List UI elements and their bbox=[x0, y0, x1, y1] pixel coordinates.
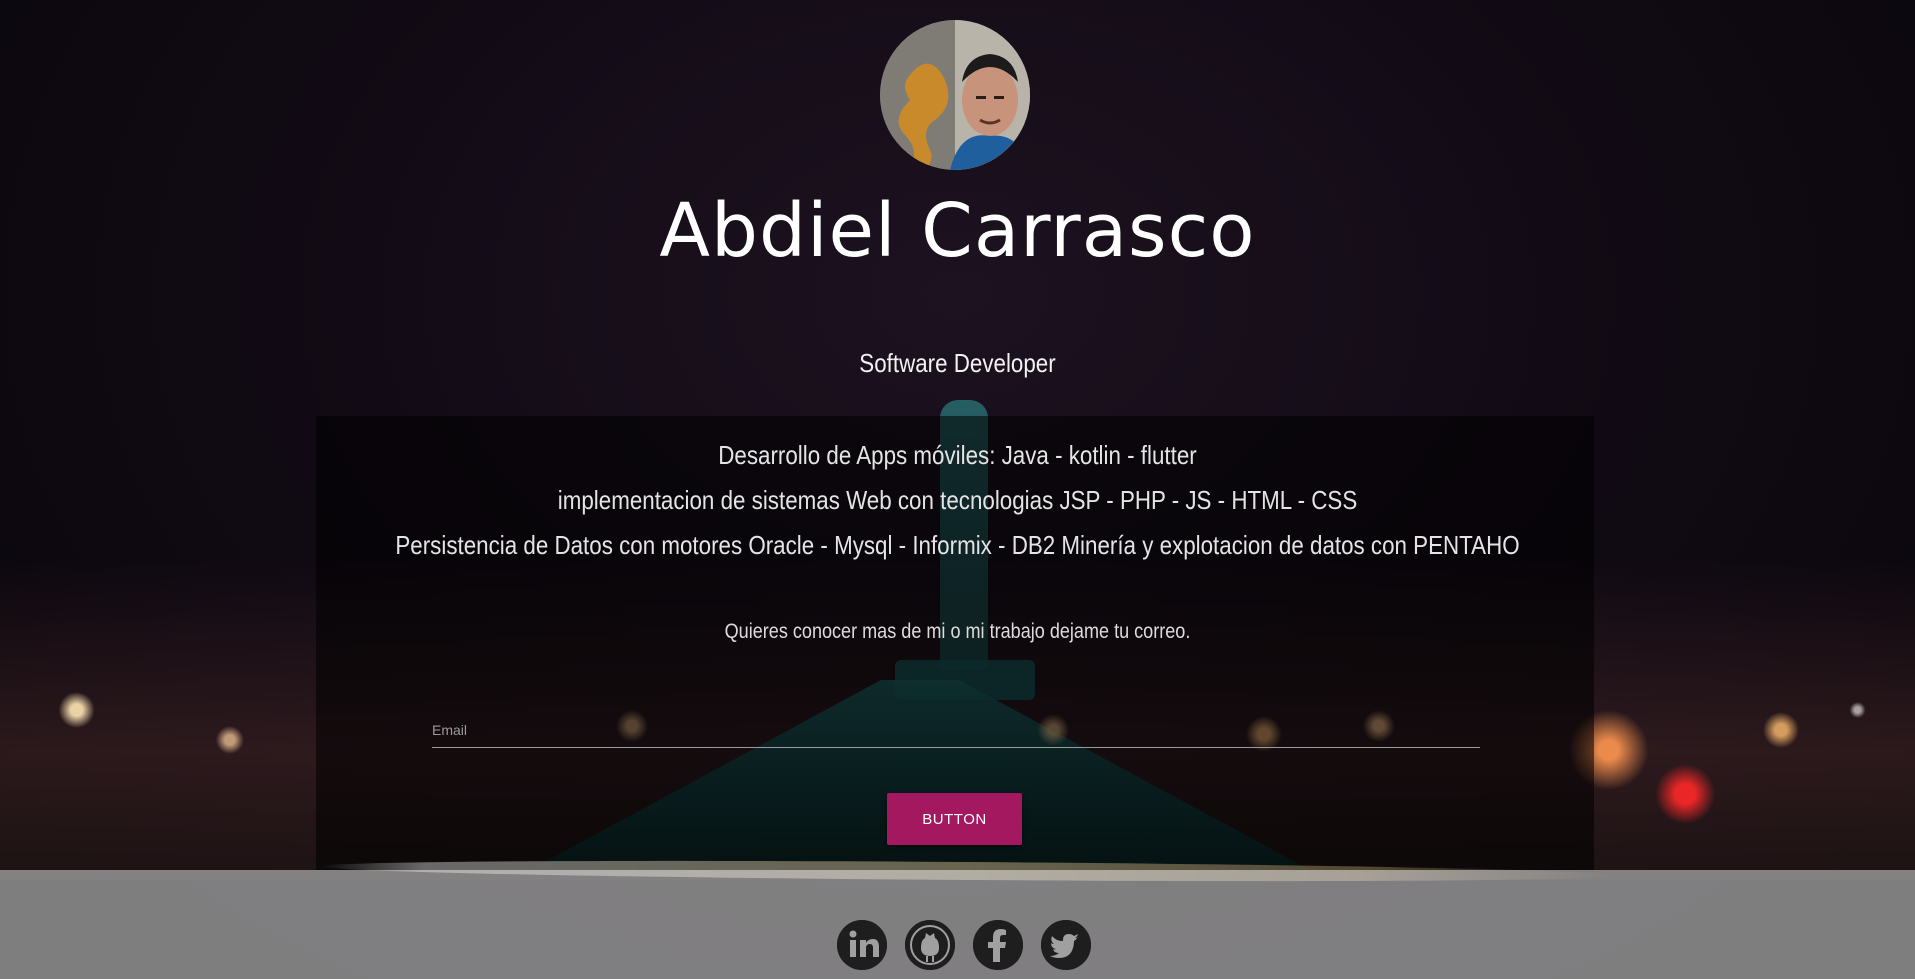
facebook-icon bbox=[973, 920, 1023, 970]
linkedin-icon bbox=[837, 920, 887, 970]
submit-button[interactable]: BUTTON bbox=[887, 793, 1022, 845]
skill-line-web: implementacion de sistemas Web con tecno… bbox=[557, 485, 1358, 515]
footer-bar bbox=[0, 870, 1915, 979]
contact-prompt: Quieres conocer mas de mi o mi trabajo d… bbox=[724, 620, 1191, 643]
github-icon bbox=[905, 920, 955, 970]
twitter-link[interactable] bbox=[1041, 920, 1091, 970]
profile-role: Software Developer bbox=[859, 348, 1056, 378]
facebook-link[interactable] bbox=[973, 920, 1023, 970]
github-link[interactable] bbox=[905, 920, 955, 970]
skill-line-mobile: Desarrollo de Apps móviles: Java - kotli… bbox=[718, 440, 1197, 470]
skill-line-data: Persistencia de Datos con motores Oracle… bbox=[395, 530, 1520, 560]
linkedin-link[interactable] bbox=[837, 920, 887, 970]
profile-name: Abdiel Carrasco bbox=[659, 188, 1256, 274]
twitter-icon bbox=[1041, 920, 1091, 970]
profile-avatar bbox=[880, 20, 1030, 170]
email-input[interactable] bbox=[432, 712, 1480, 748]
